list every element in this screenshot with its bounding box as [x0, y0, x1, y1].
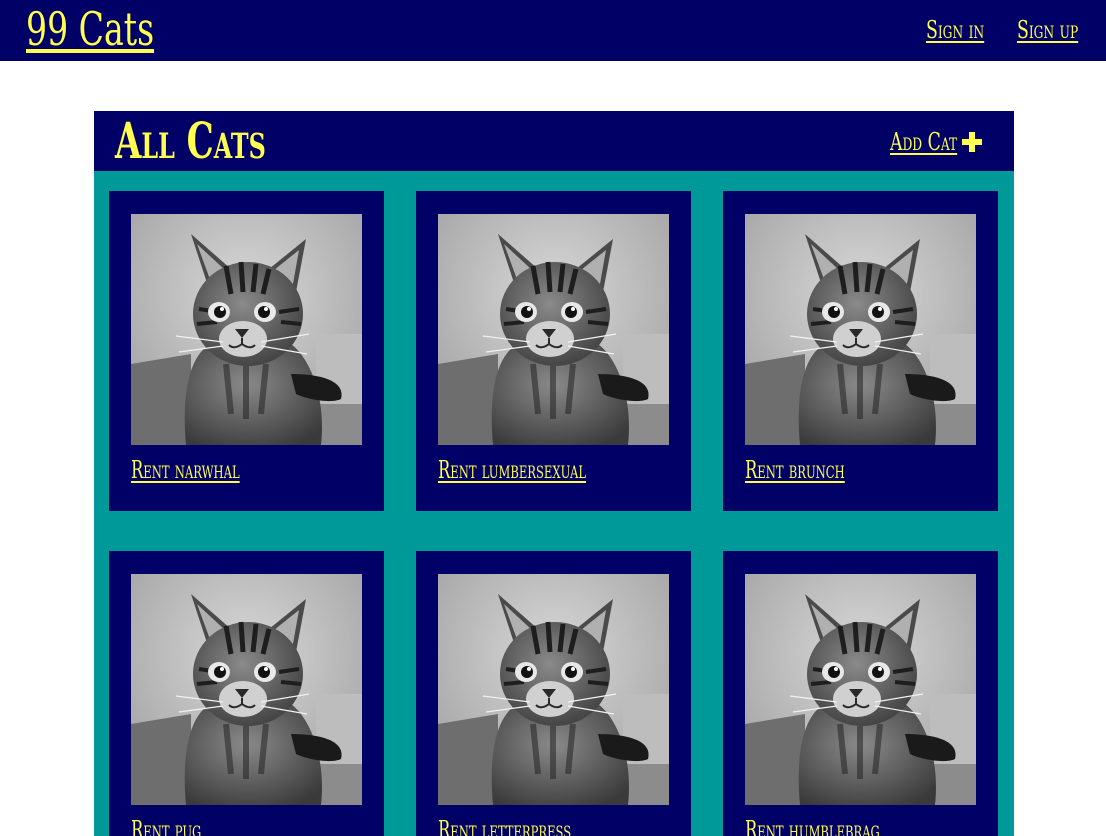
kitten-photo[interactable]	[131, 214, 362, 445]
cat-card[interactable]: Rent letterpress	[416, 551, 691, 836]
site-logo-link[interactable]: 99 Cats	[26, 4, 154, 54]
page-title: All Cats	[115, 111, 266, 170]
rent-cat-link[interactable]: Rent humblebrag	[745, 815, 880, 836]
kitten-photo[interactable]	[745, 214, 976, 445]
rent-cat-link[interactable]: Rent letterpress	[438, 815, 571, 836]
rent-cat-link[interactable]: Rent pug	[131, 815, 201, 836]
all-cats-panel: All Cats Add Cat Rent narwhal Rent lumbe…	[94, 111, 1014, 836]
sign-up-link[interactable]: Sign up	[1017, 15, 1078, 45]
kitten-photo[interactable]	[745, 574, 976, 805]
plus-icon[interactable]	[960, 130, 984, 154]
cat-card[interactable]: Rent humblebrag	[723, 551, 998, 836]
rent-cat-link[interactable]: Rent brunch	[745, 455, 845, 485]
panel-header: All Cats Add Cat	[94, 111, 1014, 171]
kitten-photo[interactable]	[131, 574, 362, 805]
cat-card[interactable]: Rent narwhal	[109, 191, 384, 511]
add-cat-label[interactable]: Add Cat	[890, 127, 957, 157]
cat-card[interactable]: Rent pug	[109, 551, 384, 836]
add-cat-button[interactable]: Add Cat	[890, 125, 984, 159]
rent-cat-link[interactable]: Rent narwhal	[131, 455, 240, 485]
top-navbar: 99 Cats Sign in Sign up	[0, 0, 1106, 61]
kitten-photo[interactable]	[438, 214, 669, 445]
sign-in-link[interactable]: Sign in	[926, 15, 984, 45]
kitten-photo[interactable]	[438, 574, 669, 805]
cat-card[interactable]: Rent brunch	[723, 191, 998, 511]
cat-card[interactable]: Rent lumbersexual	[416, 191, 691, 511]
rent-cat-link[interactable]: Rent lumbersexual	[438, 455, 586, 485]
